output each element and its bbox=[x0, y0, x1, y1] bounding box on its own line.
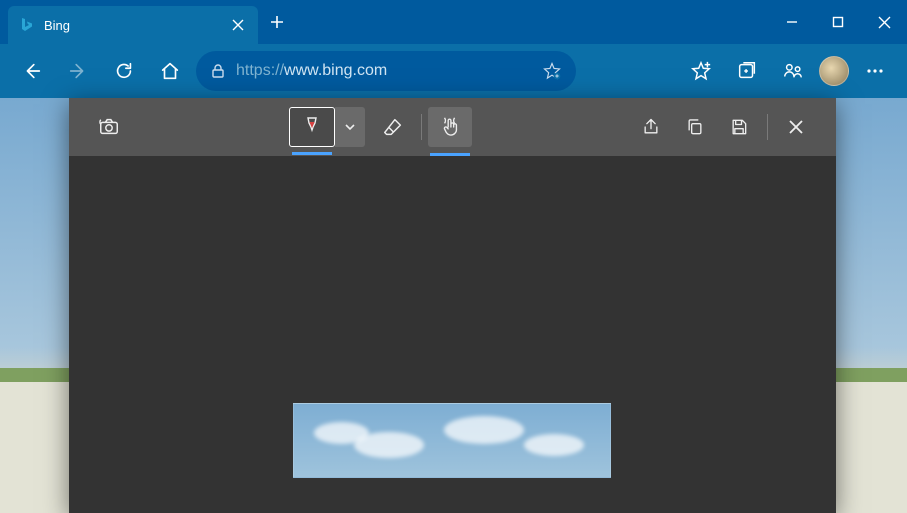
refresh-button[interactable] bbox=[104, 51, 144, 91]
url-text: https://www.bing.com bbox=[236, 62, 387, 80]
add-favorite-icon[interactable] bbox=[542, 61, 562, 81]
tab-title: Bing bbox=[44, 18, 232, 33]
browser-tab[interactable]: Bing bbox=[8, 6, 258, 44]
pen-tool-button[interactable] bbox=[289, 107, 335, 147]
new-tab-button[interactable] bbox=[258, 3, 296, 41]
back-button[interactable] bbox=[12, 51, 52, 91]
capture-canvas[interactable] bbox=[69, 156, 836, 513]
address-bar[interactable]: https://www.bing.com bbox=[196, 51, 576, 91]
minimize-button[interactable] bbox=[769, 6, 815, 38]
profile-switcher-icon[interactable] bbox=[773, 51, 813, 91]
web-capture-panel bbox=[69, 98, 836, 513]
close-tab-button[interactable] bbox=[232, 19, 248, 31]
home-button[interactable] bbox=[150, 51, 190, 91]
close-window-button[interactable] bbox=[861, 6, 907, 38]
save-button[interactable] bbox=[717, 107, 761, 147]
eraser-tool-button[interactable] bbox=[371, 107, 415, 147]
pen-options-dropdown[interactable] bbox=[335, 107, 365, 147]
forward-button[interactable] bbox=[58, 51, 98, 91]
share-button[interactable] bbox=[629, 107, 673, 147]
captured-region bbox=[293, 403, 611, 478]
lock-icon bbox=[210, 63, 226, 79]
bing-favicon-icon bbox=[18, 17, 34, 33]
copy-button[interactable] bbox=[673, 107, 717, 147]
favorites-button[interactable] bbox=[681, 51, 721, 91]
capture-screenshot-icon[interactable] bbox=[87, 107, 131, 147]
close-capture-button[interactable] bbox=[774, 107, 818, 147]
maximize-button[interactable] bbox=[815, 6, 861, 38]
capture-toolbar bbox=[69, 98, 836, 156]
touch-writing-button[interactable] bbox=[428, 107, 472, 147]
profile-avatar[interactable] bbox=[819, 56, 849, 86]
collections-button[interactable] bbox=[727, 51, 767, 91]
navigation-bar: https://www.bing.com bbox=[0, 44, 907, 98]
menu-button[interactable] bbox=[855, 51, 895, 91]
